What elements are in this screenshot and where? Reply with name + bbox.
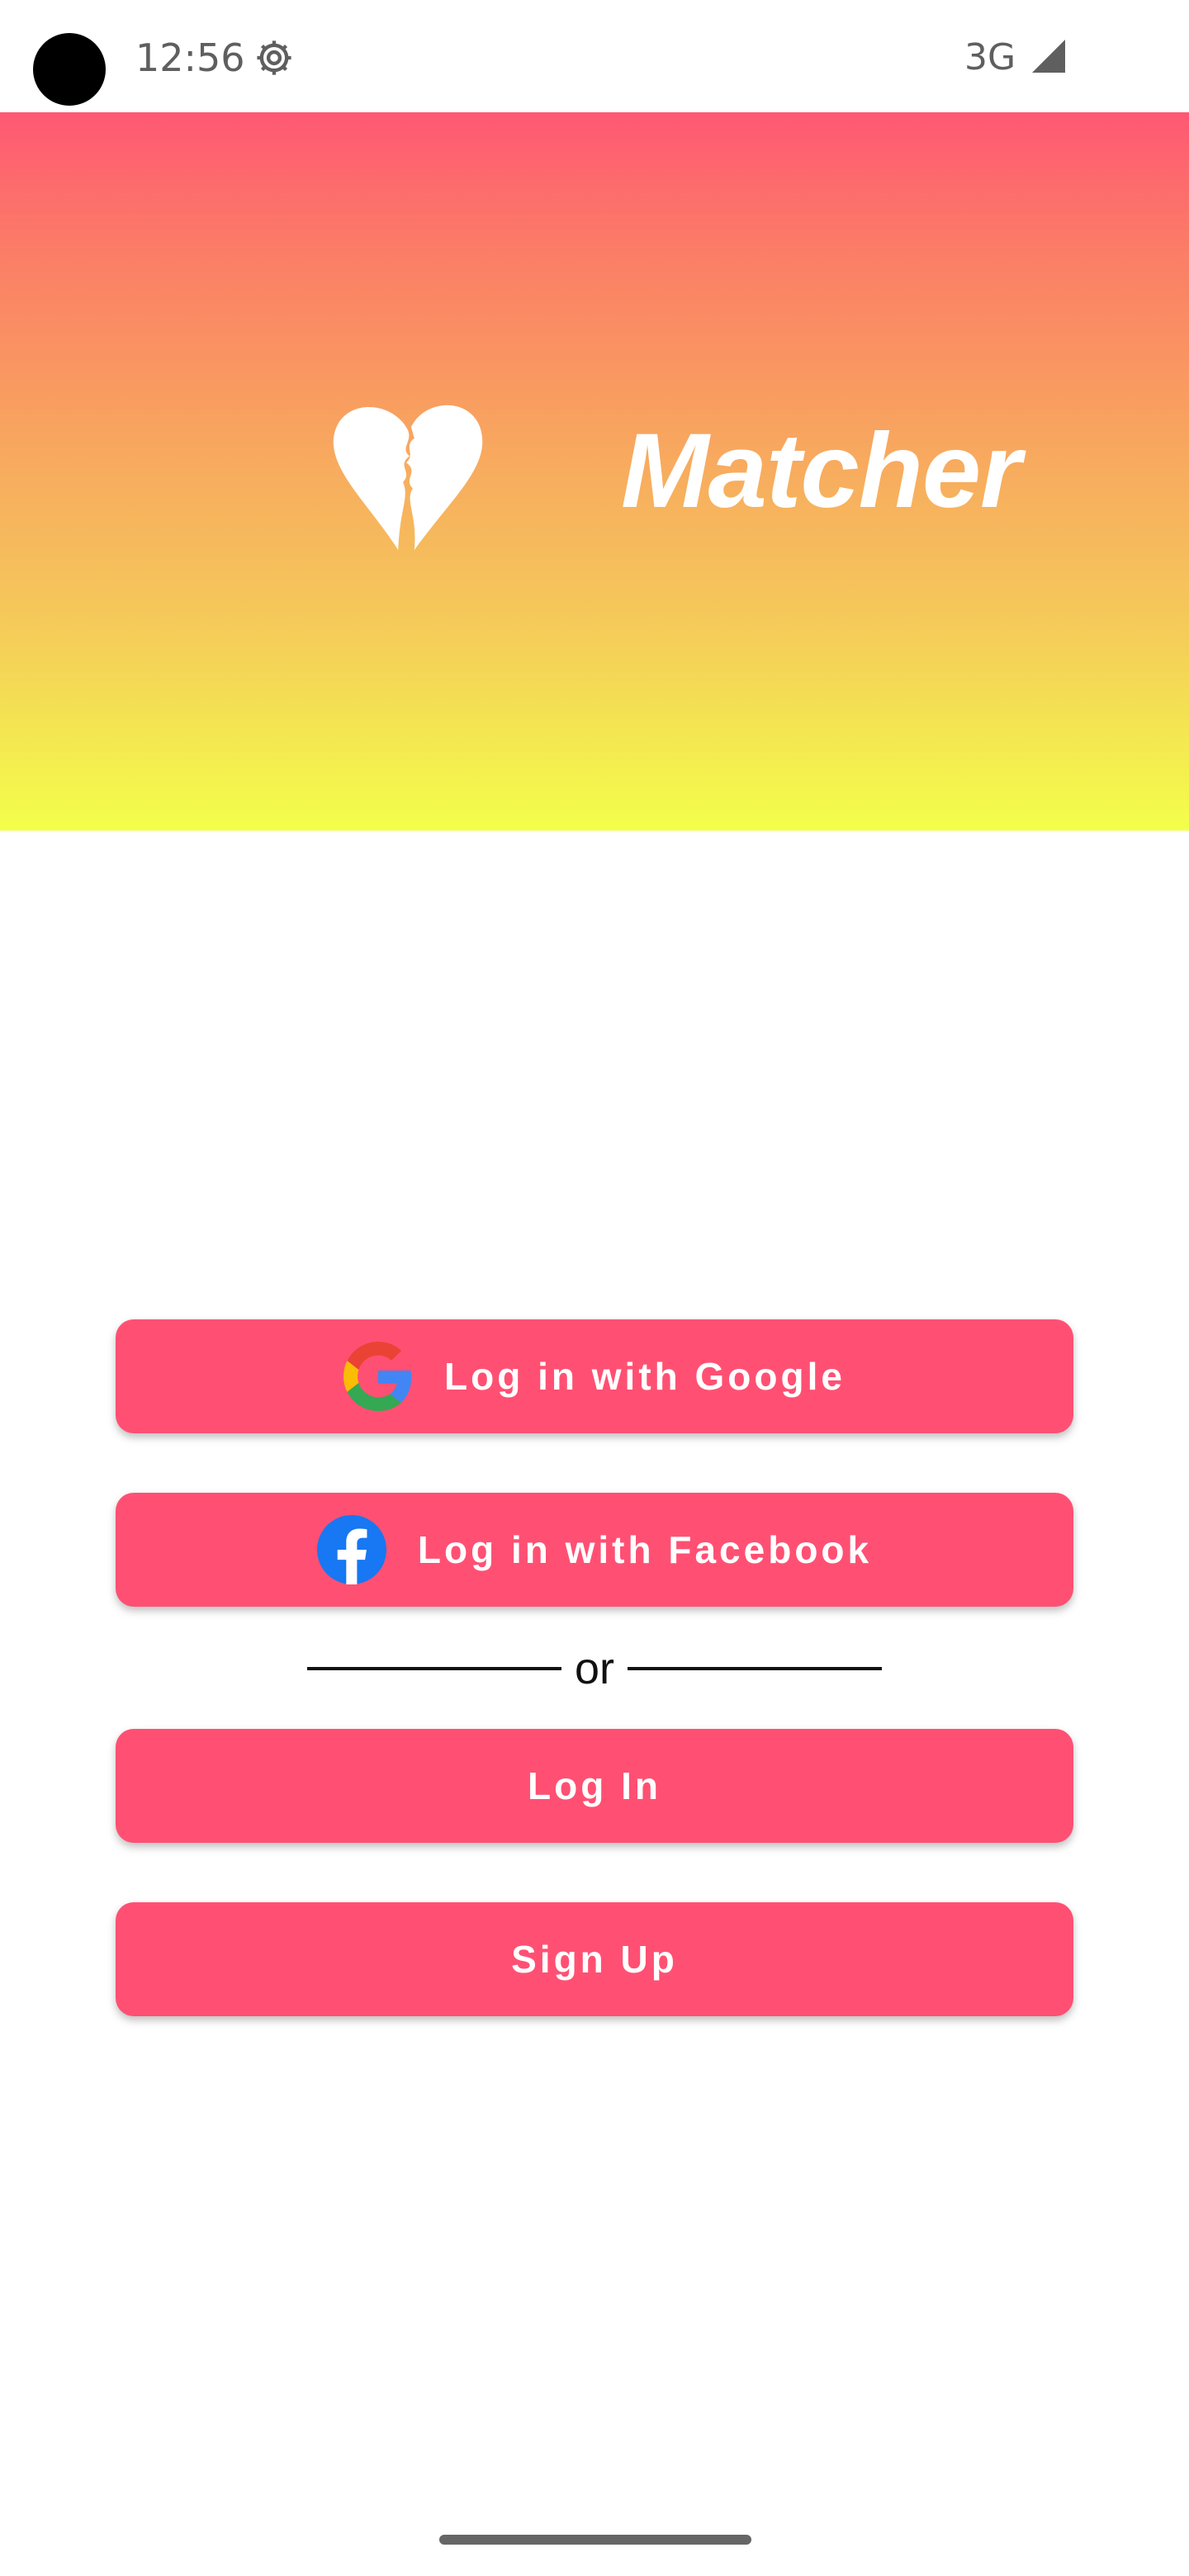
network-type: 3G xyxy=(964,36,1016,78)
login-label: Log In xyxy=(528,1764,661,1807)
app-title: Matcher xyxy=(621,412,1021,530)
signup-button[interactable]: Sign Up xyxy=(116,1902,1073,2016)
google-g-icon xyxy=(343,1342,412,1411)
divider-text: or xyxy=(575,1644,615,1693)
facebook-login-label: Log in with Facebook xyxy=(417,1528,873,1571)
header-banner: Matcher xyxy=(0,112,1189,831)
google-login-button[interactable]: Log in with Google xyxy=(116,1319,1073,1433)
divider-line-right xyxy=(628,1667,883,1670)
broken-heart-icon xyxy=(333,405,483,551)
signup-label: Sign Up xyxy=(511,1938,678,1981)
or-divider: or xyxy=(307,1640,883,1698)
facebook-login-button[interactable]: Log in with Facebook xyxy=(116,1493,1073,1607)
camera-cutout xyxy=(33,33,106,106)
divider-line-left xyxy=(307,1667,561,1670)
cell-signal-icon xyxy=(1032,40,1065,73)
status-bar: 12:56 3G xyxy=(0,0,1189,112)
status-time: 12:56 xyxy=(135,36,245,80)
home-indicator[interactable] xyxy=(439,2535,751,2545)
google-login-label: Log in with Google xyxy=(444,1355,846,1398)
facebook-f-icon xyxy=(316,1515,386,1584)
login-button[interactable]: Log In xyxy=(116,1729,1073,1843)
settings-gear-icon xyxy=(257,40,291,75)
